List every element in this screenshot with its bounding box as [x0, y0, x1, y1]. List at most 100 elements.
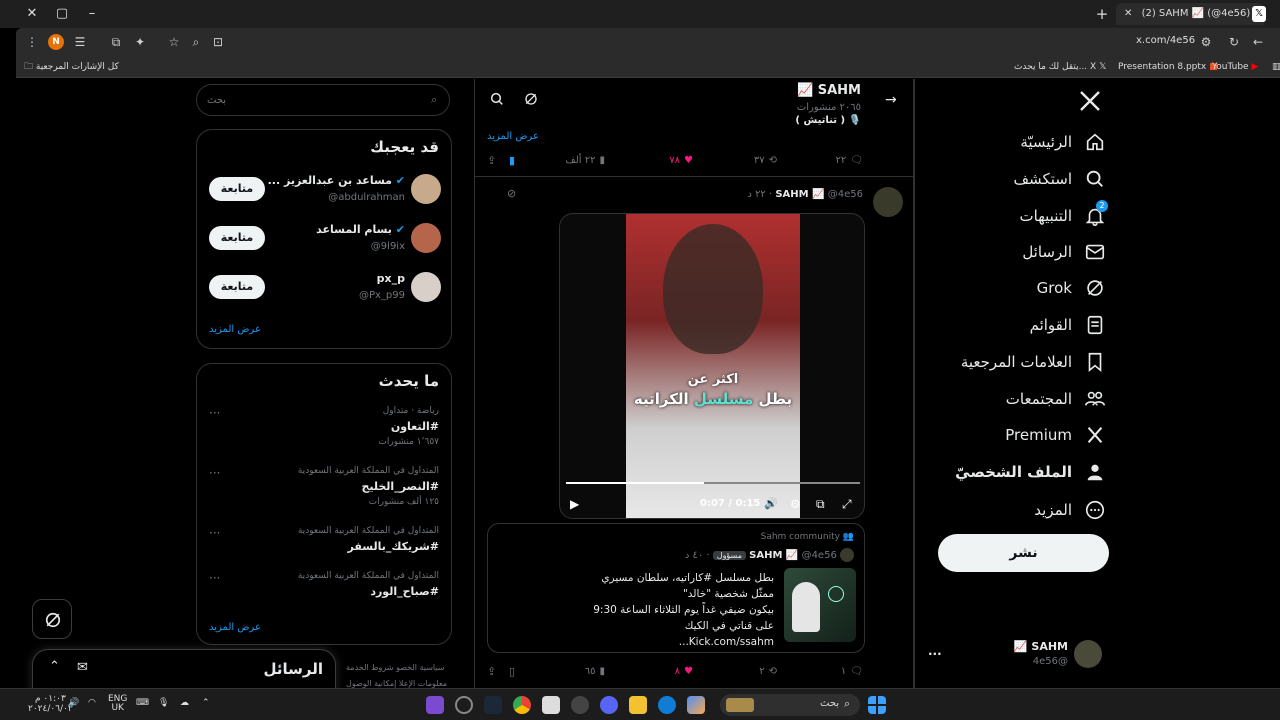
grok-icon[interactable]: ⊘ — [507, 187, 516, 200]
puzzle-icon[interactable]: ✦ — [132, 34, 148, 50]
profile-avatar-icon[interactable]: N — [48, 34, 64, 50]
post-button[interactable]: نشر — [938, 534, 1109, 572]
keyboard-icon[interactable]: ⌨ — [136, 698, 149, 708]
fullscreen-icon[interactable]: ⤢ — [842, 497, 852, 512]
copilot-icon[interactable] — [687, 696, 705, 714]
share-icon[interactable]: ⇪ — [487, 154, 496, 167]
close-window-icon[interactable]: ✕ — [24, 6, 40, 22]
like-button[interactable]: ٨ ♥ — [675, 666, 693, 677]
microphone-icon[interactable]: 🎙 — [158, 698, 169, 708]
tab-close-icon[interactable]: ✕ — [1124, 8, 1132, 19]
follow-button[interactable]: متابعة — [209, 177, 265, 201]
footer-link[interactable]: معلومات الإعلا — [399, 679, 447, 688]
clock[interactable]: ٠١:٠٣ م ٢٠٢٤/٠٦/٠٣ — [28, 694, 73, 714]
repost-button[interactable]: ٢ ⟲ — [759, 666, 777, 677]
post-avatar[interactable] — [873, 187, 903, 217]
minimize-window-icon[interactable]: – — [84, 6, 100, 22]
more-options-icon[interactable]: ··· — [209, 571, 220, 585]
follow-button[interactable]: متابعة — [209, 275, 265, 299]
tab-active[interactable]: ✕ (2) SAHM 📈 (@4e56) / X — [1116, 3, 1264, 41]
user-name[interactable]: ✔ بسام المساعد — [316, 223, 405, 236]
play-icon[interactable]: ▶ — [570, 497, 579, 511]
nav-profile[interactable]: الملف الشخصيّ — [955, 457, 1106, 487]
back-arrow-icon[interactable]: ← — [1250, 34, 1266, 50]
file-explorer-icon[interactable] — [629, 696, 647, 714]
trend-item[interactable]: المتداول في المملكة العربية السعودية #ال… — [197, 466, 451, 512]
show-more-link[interactable]: عرض المزيد — [487, 131, 539, 142]
app-icon[interactable] — [455, 696, 473, 714]
reload-icon[interactable]: ↻ — [1226, 34, 1242, 50]
account-switcher[interactable]: SAHM 📈 @4e56 ... — [926, 634, 1106, 674]
follow-button[interactable]: متابعة — [209, 226, 265, 250]
views-button[interactable]: ٢٢ ألف ▮ — [565, 155, 605, 166]
app-icon[interactable] — [426, 696, 444, 714]
x-logo-icon[interactable] — [1078, 89, 1102, 113]
discord-icon[interactable] — [600, 696, 618, 714]
user-avatar[interactable] — [411, 223, 441, 253]
trend-item[interactable]: المتداول في المملكة العربية السعودية #شر… — [197, 526, 451, 558]
language-indicator[interactable]: ENG UK — [108, 695, 127, 713]
chrome-icon[interactable] — [513, 696, 531, 714]
video-progress-track[interactable] — [566, 482, 860, 484]
reply-button[interactable]: ٢٢ 🗨 — [836, 155, 863, 166]
account-menu-icon[interactable]: ... — [928, 644, 942, 658]
nav-notifications[interactable]: 2 التنبيهات — [1020, 200, 1108, 231]
url-text[interactable]: x.com/4e56 — [1136, 35, 1195, 46]
settings-gear-icon[interactable]: ⚙ — [790, 497, 801, 511]
settings-gear-icon[interactable] — [571, 696, 589, 714]
new-message-icon[interactable]: ✉ — [77, 660, 88, 675]
bookmarks-more-icon[interactable]: ▥ — [1272, 59, 1280, 75]
steam-icon[interactable] — [484, 696, 502, 714]
repost-button[interactable]: ٣٧ ⟲ — [754, 155, 777, 166]
back-arrow-icon[interactable]: → — [885, 92, 897, 108]
picture-in-picture-icon[interactable]: ⧉ — [816, 497, 825, 512]
show-more-link[interactable]: عرض المزيد — [209, 622, 261, 633]
tray-overflow-icon[interactable]: ⌃ — [202, 698, 210, 708]
user-name[interactable]: px_p — [377, 272, 405, 285]
grok-icon[interactable] — [523, 91, 539, 107]
messages-drawer[interactable]: الرسائل ✉ ⌃ — [32, 649, 336, 688]
nav-messages[interactable]: الرسائل — [1022, 237, 1106, 267]
nav-communities[interactable]: المجتمعات — [1006, 384, 1106, 414]
video-player[interactable]: اكثر عن بطل مسلسل الكراتيه ▶ 0:07 / 0:15… — [559, 213, 865, 519]
taskbar-search[interactable]: بحث ⌕ — [720, 694, 860, 716]
bookmark-icon[interactable]: ▯ — [509, 665, 515, 678]
post-author-handle[interactable]: @4e56 — [828, 189, 863, 200]
quoted-post[interactable]: 👥 Sahm community SAHM 📈 @4e56 مسؤول · ٤٠… — [487, 523, 865, 653]
menu-dots-icon[interactable]: ⋮ — [24, 34, 40, 50]
site-settings-icon[interactable]: ⚙ — [1198, 34, 1214, 50]
trend-item[interactable]: رياضة · متداول #التعاون ١٬٦٥٧ منشورات ··… — [197, 406, 451, 452]
bookmark-filled-icon[interactable]: ▮ — [509, 154, 515, 167]
volume-icon[interactable]: 🔊 — [764, 497, 778, 510]
trend-item[interactable]: المتداول في المملكة العربية السعودية #صب… — [197, 571, 451, 603]
search-icon[interactable] — [489, 91, 505, 107]
user-name[interactable]: ✔ مساعد بن عبدالعزيز ... — [268, 174, 405, 187]
nav-bookmarks[interactable]: العلامات المرجعية — [961, 347, 1106, 377]
install-app-icon[interactable]: ⊡ — [210, 34, 226, 50]
search-box[interactable]: ⌕ — [196, 84, 450, 116]
nav-explore[interactable]: استكشف — [1014, 164, 1106, 194]
store-icon[interactable] — [542, 696, 560, 714]
more-options-icon[interactable]: ··· — [209, 526, 220, 540]
footer-link[interactable]: سياسية الخصو — [396, 663, 444, 672]
search-input[interactable] — [207, 91, 417, 109]
volume-icon[interactable]: 🔊 — [68, 698, 79, 708]
windows-start-icon[interactable] — [868, 696, 886, 714]
maximize-window-icon[interactable]: ▢ — [54, 6, 70, 22]
bookmark-presentation[interactable]: Presentation 8.pptx ■ — [1118, 59, 1218, 75]
post-author-name[interactable]: SAHM 📈 — [775, 189, 824, 200]
bookmark-folder-all[interactable]: 🗀 كل الإشارات المرجعية — [24, 59, 119, 75]
wifi-icon[interactable]: ◠ — [88, 698, 96, 708]
show-more-link[interactable]: عرض المزيد — [209, 324, 261, 335]
user-avatar[interactable] — [411, 272, 441, 302]
star-bookmark-icon[interactable]: ☆ — [166, 34, 182, 50]
reply-button[interactable]: ١ 🗨 — [841, 666, 863, 677]
expand-up-icon[interactable]: ⌃ — [49, 659, 60, 674]
more-options-icon[interactable]: ··· — [209, 406, 220, 420]
zoom-icon[interactable]: ⌕ — [188, 34, 204, 50]
nav-lists[interactable]: القوائم — [1030, 310, 1106, 340]
footer-link[interactable]: شروط الخدمة — [346, 663, 394, 672]
nav-more[interactable]: المزيد — [1034, 495, 1106, 525]
edge-icon[interactable] — [658, 696, 676, 714]
extensions-icon[interactable]: ⧉ — [108, 34, 124, 50]
